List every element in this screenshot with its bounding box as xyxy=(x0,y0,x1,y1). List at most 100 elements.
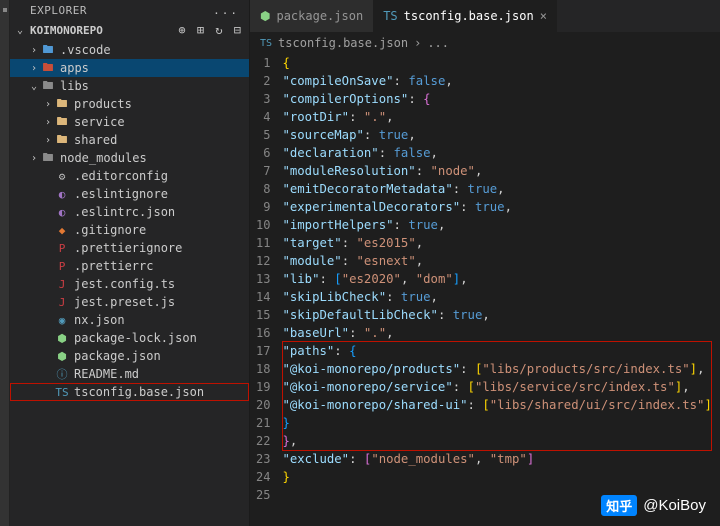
chevron-icon: › xyxy=(28,63,40,74)
activity-dot xyxy=(3,8,7,12)
file-icon: J xyxy=(54,278,70,291)
folder-icon: 🖿 xyxy=(54,131,70,150)
file-item[interactable]: ◐ .eslintignore xyxy=(10,185,249,203)
editor-tab[interactable]: ⬢ package.json xyxy=(250,0,373,32)
file-icon: ◐ xyxy=(54,206,70,219)
file-icon: ⓘ xyxy=(54,366,70,382)
file-item[interactable]: Jjest.config.ts xyxy=(10,275,249,293)
item-label: .eslintignore xyxy=(74,187,168,201)
watermark: 知乎 @KoiBoy xyxy=(601,495,706,516)
close-icon[interactable]: × xyxy=(540,9,547,23)
item-label: package.json xyxy=(74,349,161,363)
tab-label: package.json xyxy=(276,9,363,23)
breadcrumb-sep: › xyxy=(414,36,421,50)
file-item[interactable]: ◆ .gitignore xyxy=(10,221,249,239)
root-folder-name: KOIMONOREPO xyxy=(30,24,103,37)
item-label: jest.preset.js xyxy=(74,295,175,309)
item-label: .editorconfig xyxy=(74,169,168,183)
folder-icon: 🖿 xyxy=(40,149,56,168)
code-editor[interactable]: 1234567891011121314151617181920212223242… xyxy=(250,54,720,526)
file-icon: TS xyxy=(260,38,272,49)
file-icon: TS xyxy=(54,386,70,399)
breadcrumb-rest: ... xyxy=(427,36,449,50)
file-item[interactable]: ⬢ package-lock.json xyxy=(10,329,249,347)
refresh-icon[interactable]: ↻ xyxy=(215,23,222,37)
item-label: service xyxy=(74,115,125,129)
file-item[interactable]: ⓘ README.md xyxy=(10,365,249,383)
item-label: libs xyxy=(60,79,89,93)
folder-icon: 🖿 xyxy=(40,41,56,60)
folder-icon: 🖿 xyxy=(40,59,56,78)
chevron-icon: › xyxy=(42,135,54,146)
file-icon: TS xyxy=(383,9,397,23)
chevron-icon: ⌄ xyxy=(28,81,40,92)
explorer-sidebar: EXPLORER ... ⌄ KOIMONOREPO ⊕ ⊞ ↻ ⊟ ›🖿.vs… xyxy=(10,0,250,526)
chevron-icon: › xyxy=(28,153,40,164)
folder-icon: 🖿 xyxy=(54,95,70,114)
folder-item[interactable]: ›🖿 .vscode xyxy=(10,41,249,59)
folder-item[interactable]: ›🖿 products xyxy=(10,95,249,113)
file-item[interactable]: P .prettierignore xyxy=(10,239,249,257)
zhihu-logo: 知乎 xyxy=(601,495,637,516)
editor-tab[interactable]: TS tsconfig.base.json × xyxy=(373,0,557,32)
item-label: package-lock.json xyxy=(74,331,197,345)
new-file-icon[interactable]: ⊕ xyxy=(178,23,185,37)
explorer-menu-icon[interactable]: ... xyxy=(213,4,239,17)
code-lines[interactable]: { "compileOnSave": false, "compilerOptio… xyxy=(282,54,711,526)
item-label: .prettierrc xyxy=(74,259,153,273)
chevron-icon: › xyxy=(28,45,40,56)
activity-bar xyxy=(0,0,10,526)
file-icon: J xyxy=(54,296,70,309)
chevron-icon: › xyxy=(42,99,54,110)
item-label: apps xyxy=(60,61,89,75)
watermark-text: @KoiBoy xyxy=(643,497,706,514)
file-item[interactable]: ◉ nx.json xyxy=(10,311,249,329)
file-icon: ⬢ xyxy=(54,350,70,363)
item-label: .prettierignore xyxy=(74,241,182,255)
folder-root-header[interactable]: ⌄ KOIMONOREPO ⊕ ⊞ ↻ ⊟ xyxy=(10,21,249,39)
file-item[interactable]: ◐ .eslintrc.json xyxy=(10,203,249,221)
folder-item[interactable]: ⌄🖿 libs xyxy=(10,77,249,95)
tab-label: tsconfig.base.json xyxy=(404,9,534,23)
line-gutter: 1234567891011121314151617181920212223242… xyxy=(250,54,282,526)
file-icon: ◉ xyxy=(54,314,70,327)
file-item[interactable]: TS tsconfig.base.json xyxy=(10,383,249,401)
breadcrumb[interactable]: TS tsconfig.base.json › ... xyxy=(250,32,720,54)
item-label: .eslintrc.json xyxy=(74,205,175,219)
file-icon: P xyxy=(54,242,70,255)
item-label: README.md xyxy=(74,367,139,381)
folder-item[interactable]: ›🖿service xyxy=(10,113,249,131)
file-item[interactable]: ⚙ .editorconfig xyxy=(10,167,249,185)
item-label: tsconfig.base.json xyxy=(74,385,204,399)
breadcrumb-file: tsconfig.base.json xyxy=(278,36,408,50)
item-label: .vscode xyxy=(60,43,111,57)
item-label: shared xyxy=(74,133,117,147)
file-item[interactable]: Jjest.preset.js xyxy=(10,293,249,311)
chevron-down-icon: ⌄ xyxy=(14,25,26,36)
file-icon: ⬢ xyxy=(260,9,270,23)
folder-icon: 🖿 xyxy=(54,113,70,132)
item-label: products xyxy=(74,97,132,111)
file-icon: ◐ xyxy=(54,188,70,201)
new-folder-icon[interactable]: ⊞ xyxy=(197,23,204,37)
file-icon: P xyxy=(54,260,70,273)
folder-item[interactable]: ›🖿node_modules xyxy=(10,149,249,167)
file-icon: ⬢ xyxy=(54,332,70,345)
folder-icon: 🖿 xyxy=(40,77,56,96)
folder-item[interactable]: ›🖿 shared xyxy=(10,131,249,149)
file-icon: ⚙ xyxy=(54,170,70,183)
editor-area: ⬢ package.json TS tsconfig.base.json × TS ts… xyxy=(250,0,720,526)
item-label: jest.config.ts xyxy=(74,277,175,291)
explorer-title: EXPLORER xyxy=(30,4,87,17)
file-item[interactable]: ⬢ package.json xyxy=(10,347,249,365)
file-item[interactable]: P .prettierrc xyxy=(10,257,249,275)
item-label: nx.json xyxy=(74,313,125,327)
file-tree[interactable]: ›🖿.vscode›🖿apps⌄🖿libs›🖿products›🖿service… xyxy=(10,39,249,526)
file-icon: ◆ xyxy=(54,224,70,237)
collapse-icon[interactable]: ⊟ xyxy=(234,23,241,37)
folder-item[interactable]: ›🖿 apps xyxy=(10,59,249,77)
explorer-header: EXPLORER ... xyxy=(10,0,249,21)
editor-tabs[interactable]: ⬢ package.json TS tsconfig.base.json × xyxy=(250,0,720,32)
explorer-actions: ⊕ ⊞ ↻ ⊟ xyxy=(174,23,241,37)
item-label: .gitignore xyxy=(74,223,146,237)
